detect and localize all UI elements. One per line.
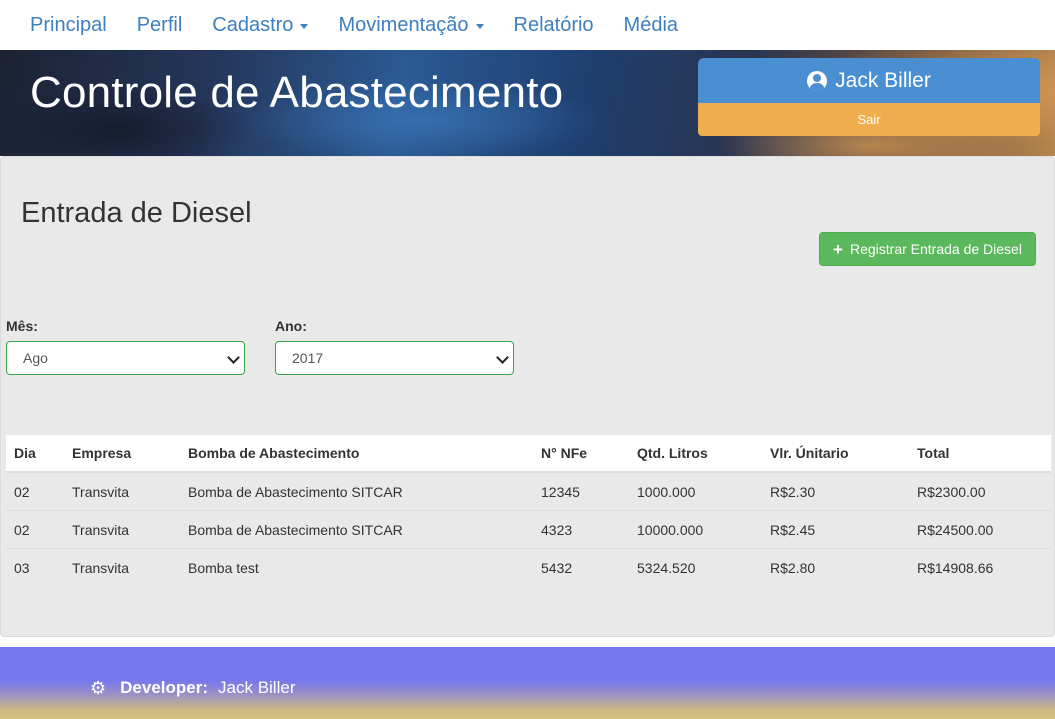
column-header-empresa: Empresa (64, 435, 180, 473)
header-banner: Controle de Abastecimento Jack Biller Sa… (0, 50, 1055, 156)
month-select-value: Ago (23, 350, 48, 366)
page-title: Entrada de Diesel (21, 197, 252, 229)
table-cell: 03 (6, 548, 64, 586)
table-cell: R$24500.00 (909, 510, 1051, 549)
column-header-total: Total (909, 435, 1051, 473)
nav-item-perfil[interactable]: Perfil (137, 14, 183, 37)
table-cell: 10000.000 (629, 510, 762, 549)
top-navbar: Principal Perfil Cadastro Movimentação R… (0, 0, 1055, 50)
column-header-nfe: N° NFe (533, 435, 629, 473)
app-title: Controle de Abastecimento (30, 68, 564, 117)
nav-item-movimentacao[interactable]: Movimentação (338, 13, 484, 37)
table-cell: 4323 (533, 510, 629, 549)
table-cell: 02 (6, 471, 64, 511)
caret-down-icon (300, 24, 309, 29)
nav-item-principal[interactable]: Principal (30, 14, 107, 37)
table-cell: Bomba de Abastecimento SITCAR (180, 510, 533, 549)
table-cell: 02 (6, 510, 64, 549)
diesel-entries-table: Dia Empresa Bomba de Abastecimento N° NF… (6, 435, 1051, 586)
table-cell: Transvita (64, 548, 180, 586)
main-panel: Entrada de Diesel + Registrar Entrada de… (0, 156, 1055, 637)
table-cell: 5324.520 (629, 548, 762, 586)
table-cell: R$2300.00 (909, 471, 1051, 511)
nav-item-label: Média (623, 13, 679, 36)
plus-icon: + (833, 239, 843, 259)
table-cell: R$2.30 (762, 471, 909, 511)
nav-item-media[interactable]: Média (624, 14, 678, 37)
developer-name: Jack Biller (218, 678, 296, 697)
user-circle-icon (807, 70, 828, 91)
column-header-unitario: Vlr. Únitario (762, 435, 909, 473)
table-cell: Transvita (64, 471, 180, 511)
nav-item-label: Cadastro (212, 13, 294, 36)
table-header: Dia Empresa Bomba de Abastecimento N° NF… (6, 435, 1051, 473)
table-row: 02 Transvita Bomba de Abastecimento SITC… (6, 510, 1051, 549)
nav-item-relatorio[interactable]: Relatório (514, 14, 594, 37)
table-cell: Bomba test (180, 548, 533, 586)
table-cell: R$14908.66 (909, 548, 1051, 586)
caret-down-icon (475, 24, 484, 29)
nav-item-cadastro[interactable]: Cadastro (212, 13, 309, 37)
gear-icon: ⚙ (90, 678, 107, 698)
column-header-bomba: Bomba de Abastecimento (180, 435, 533, 473)
developer-credit: ⚙ Developer: Jack Biller (90, 678, 295, 698)
month-select[interactable]: Ago (6, 341, 245, 375)
year-select[interactable]: 2017 (275, 341, 514, 375)
table-row: 03 Transvita Bomba test 5432 5324.520 R$… (6, 548, 1051, 586)
table-cell: 5432 (533, 548, 629, 586)
column-header-litros: Qtd. Litros (629, 435, 762, 473)
add-diesel-entry-button[interactable]: + Registrar Entrada de Diesel (819, 232, 1036, 266)
year-select-value: 2017 (292, 350, 324, 366)
developer-label: Developer: (120, 678, 209, 697)
chevron-down-icon (496, 351, 509, 364)
nav-item-label: Principal (30, 13, 107, 36)
add-button-label: Registrar Entrada de Diesel (849, 241, 1022, 257)
table-cell: Transvita (64, 510, 180, 549)
user-panel: Jack Biller Sair (698, 58, 1040, 137)
chevron-down-icon (227, 351, 240, 364)
user-name: Jack Biller (835, 68, 931, 92)
year-label: Ano: (275, 318, 307, 334)
nav-item-label: Perfil (136, 13, 183, 36)
table-cell: R$2.45 (762, 510, 909, 549)
nav-item-label: Relatório (513, 13, 594, 36)
table-cell: R$2.80 (762, 548, 909, 586)
footer: ⚙ Developer: Jack Biller (0, 647, 1055, 719)
table-row: 02 Transvita Bomba de Abastecimento SITC… (6, 471, 1051, 511)
table-cell: 1000.000 (629, 471, 762, 511)
logout-button[interactable]: Sair (698, 103, 1040, 136)
column-header-dia: Dia (6, 435, 64, 473)
user-profile-button[interactable]: Jack Biller (698, 58, 1040, 103)
table-cell: Bomba de Abastecimento SITCAR (180, 471, 533, 511)
month-label: Mês: (6, 318, 38, 334)
table-cell: 12345 (533, 471, 629, 511)
nav-item-label: Movimentação (338, 13, 469, 36)
